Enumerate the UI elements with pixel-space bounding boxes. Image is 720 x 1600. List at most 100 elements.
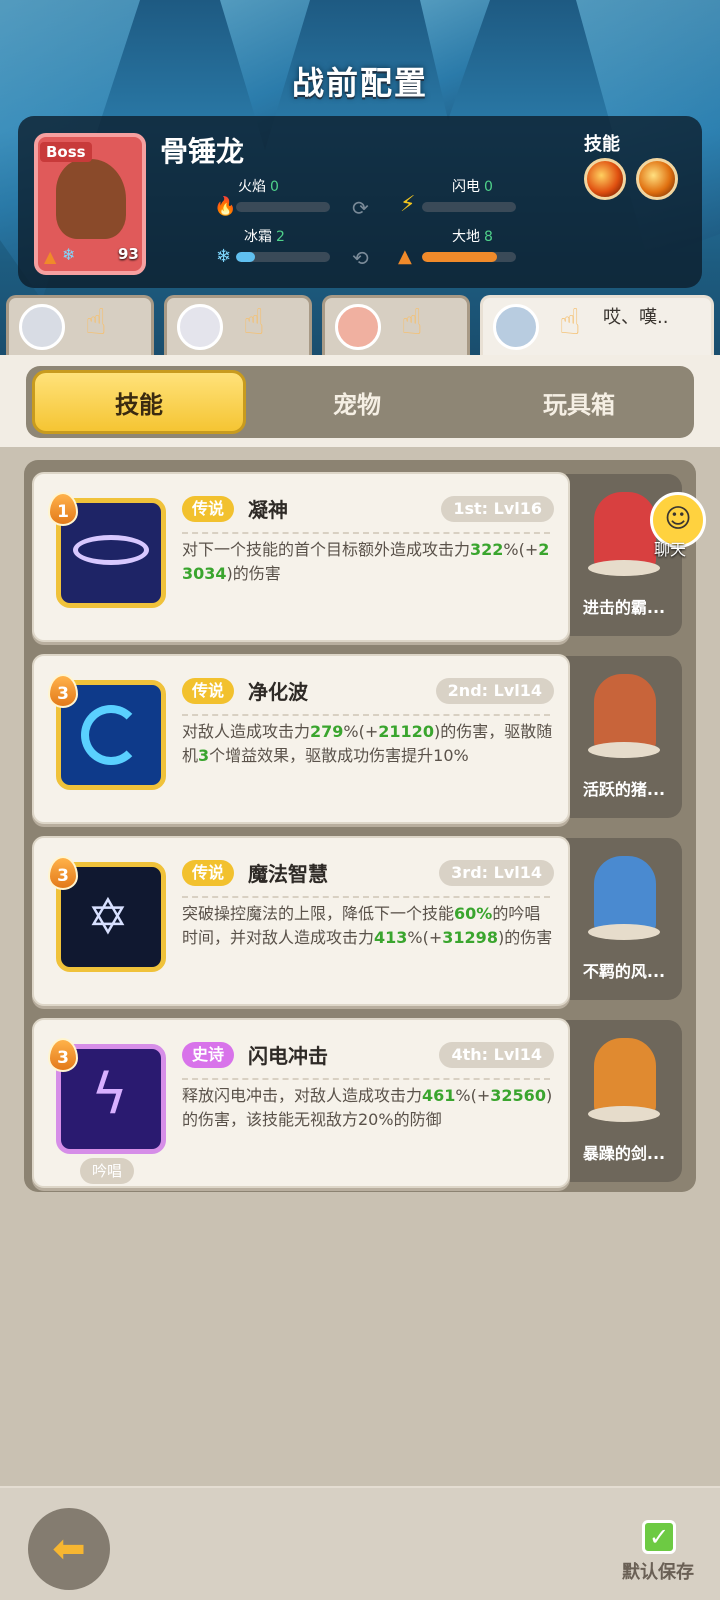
fire-bar	[236, 202, 330, 212]
tap-hand-icon: ☝	[243, 302, 265, 343]
chat-label: 聊天	[654, 540, 687, 559]
fire-value: 0	[270, 179, 279, 195]
pet-pedestal	[588, 742, 660, 758]
tap-hand-icon: ☝	[85, 302, 107, 343]
divider	[182, 896, 550, 898]
skill-description: 对敌人造成攻击力279%(+21120)的伤害，驱散随机3个增益效果，驱散成功伤…	[182, 722, 553, 765]
lightning-value: 0	[484, 179, 493, 195]
frost-bar	[236, 252, 330, 262]
pet-name: 不羁的风...	[582, 962, 666, 981]
skill-level-badge: 3	[48, 1038, 78, 1072]
fire-label: 火焰	[238, 179, 266, 195]
pet-figure	[594, 1038, 656, 1116]
flame-icon: 🔥	[214, 196, 237, 217]
lightning-label: 闪电	[452, 179, 480, 195]
pet-slot-4[interactable]: 暴躁的剑...	[566, 1020, 682, 1182]
skill-name: 净化波	[248, 680, 308, 704]
hero-tab-2[interactable]: ☝	[164, 295, 312, 357]
hero-avatar	[19, 304, 65, 350]
pet-figure	[594, 492, 656, 570]
skill-level-badge: 3	[48, 856, 78, 890]
pet-slot-3[interactable]: 不羁的风...	[566, 838, 682, 1000]
earth-resource: 大地 8	[452, 226, 493, 246]
smiley-icon: ☺	[664, 504, 692, 534]
chant-badge: 吟唱	[80, 1158, 134, 1184]
hero-chat-text: 哎、嘆..	[603, 307, 669, 328]
skill-description: 释放闪电冲击，对敌人造成攻击力461%(+32560)的伤害，该技能无视敌方20…	[182, 1086, 553, 1129]
hero-tab-1[interactable]: ☝	[6, 295, 154, 357]
eye-icon	[73, 535, 149, 565]
default-save-checkbox[interactable]: ✓	[642, 1520, 676, 1554]
frost-value: 2	[276, 229, 285, 245]
rarity-badge: 传说	[182, 678, 235, 704]
boss-figure	[56, 159, 126, 239]
earth-bar	[422, 252, 516, 262]
hero-avatar	[335, 304, 381, 350]
tab-toybox[interactable]: 玩具箱	[468, 370, 690, 434]
fire-resource: 火焰 0	[238, 176, 279, 196]
hero-avatar	[177, 304, 223, 350]
pet-figure	[594, 856, 656, 934]
divider	[182, 532, 550, 534]
divider	[182, 714, 550, 716]
earth-value: 8	[484, 229, 493, 245]
back-arrow-icon: ⬅	[52, 1526, 86, 1572]
tap-hand-icon: ☝	[559, 302, 581, 343]
pet-pedestal	[588, 560, 660, 576]
boss-skill-swirl-icon[interactable]	[636, 158, 678, 200]
skill-card-4[interactable]: ϟ 3 吟唱 史诗 闪电冲击 4th: Lvl14 释放闪电冲击，对敌人造成攻击…	[32, 1018, 570, 1188]
lightning-icon: ⚡	[400, 192, 416, 217]
boss-skills-label: 技能	[584, 134, 620, 155]
skill-card-1[interactable]: 1 传说 凝神 1st: Lvl16 对下一个技能的首个目标额外造成攻击力322…	[32, 472, 570, 642]
boss-name: 骨锤龙	[160, 135, 245, 168]
skill-card-3[interactable]: ✡ 3 传说 魔法智慧 3rd: Lvl14 突破操控魔法的上限，降低下一个技能…	[32, 836, 570, 1006]
earth-label: 大地	[452, 229, 480, 245]
swirl-icon	[81, 705, 141, 765]
rarity-badge: 史诗	[182, 1042, 235, 1068]
pet-name: 暴躁的剑...	[582, 1144, 666, 1163]
skill-name: 魔法智慧	[248, 862, 328, 886]
skill-name: 凝神	[248, 498, 288, 522]
pet-figure	[594, 674, 656, 752]
lightning-icon: ϟ	[91, 1062, 128, 1127]
boss-tag: Boss	[40, 142, 92, 162]
skill-slot-level: 2nd: Lvl14	[435, 678, 554, 704]
skill-description: 对下一个技能的首个目标额外造成攻击力322%(+23034)的伤害	[182, 540, 550, 583]
frost-resource: 冰霜 2	[244, 226, 285, 246]
pet-name: 进击的霸...	[582, 598, 666, 617]
snowflake-icon: ❄	[216, 246, 232, 267]
lightning-resource: 闪电 0	[452, 176, 493, 196]
tap-hand-icon: ☝	[401, 302, 423, 343]
hero-avatar	[493, 304, 539, 350]
pet-pedestal	[588, 924, 660, 940]
hero-tab-4[interactable]: ☝ 哎、嘆..	[480, 295, 714, 357]
skill-level-badge: 1	[48, 492, 78, 526]
back-button[interactable]: ⬅	[28, 1508, 110, 1590]
cycle-arrow-icon: ⟳	[352, 196, 369, 220]
skill-card-2[interactable]: 3 传说 净化波 2nd: Lvl14 对敌人造成攻击力279%(+21120)…	[32, 654, 570, 824]
boss-skill-fire-icon[interactable]	[584, 158, 626, 200]
earth-icon: ▲	[44, 247, 57, 266]
skill-slot-level: 1st: Lvl16	[441, 496, 554, 522]
earth-icon: ▲	[398, 246, 412, 267]
tab-pet[interactable]: 宠物	[250, 370, 464, 434]
skill-slot-level: 3rd: Lvl14	[439, 860, 554, 886]
default-save-label: 默认保存	[622, 1562, 694, 1583]
tab-skill[interactable]: 技能	[32, 370, 246, 434]
hexagram-icon: ✡	[87, 888, 129, 946]
skill-description: 突破操控魔法的上限，降低下一个技能60%的吟唱时间，并对敌人造成攻击力413%(…	[182, 904, 553, 947]
skill-slot-level: 4th: Lvl14	[439, 1042, 554, 1068]
rarity-badge: 传说	[182, 860, 235, 886]
lightning-bar	[422, 202, 516, 212]
pet-name: 活跃的猪...	[582, 780, 666, 799]
divider	[182, 1078, 550, 1080]
page-title: 战前配置	[291, 64, 428, 102]
pet-slot-2[interactable]: 活跃的猪...	[566, 656, 682, 818]
pet-pedestal	[588, 1106, 660, 1122]
hero-tab-3[interactable]: ☝	[322, 295, 470, 357]
frost-label: 冰霜	[244, 229, 272, 245]
skill-name: 闪电冲击	[248, 1044, 328, 1068]
skill-level-badge: 3	[48, 674, 78, 708]
cycle-arrow-icon: ⟲	[352, 246, 369, 270]
rarity-badge: 传说	[182, 496, 235, 522]
